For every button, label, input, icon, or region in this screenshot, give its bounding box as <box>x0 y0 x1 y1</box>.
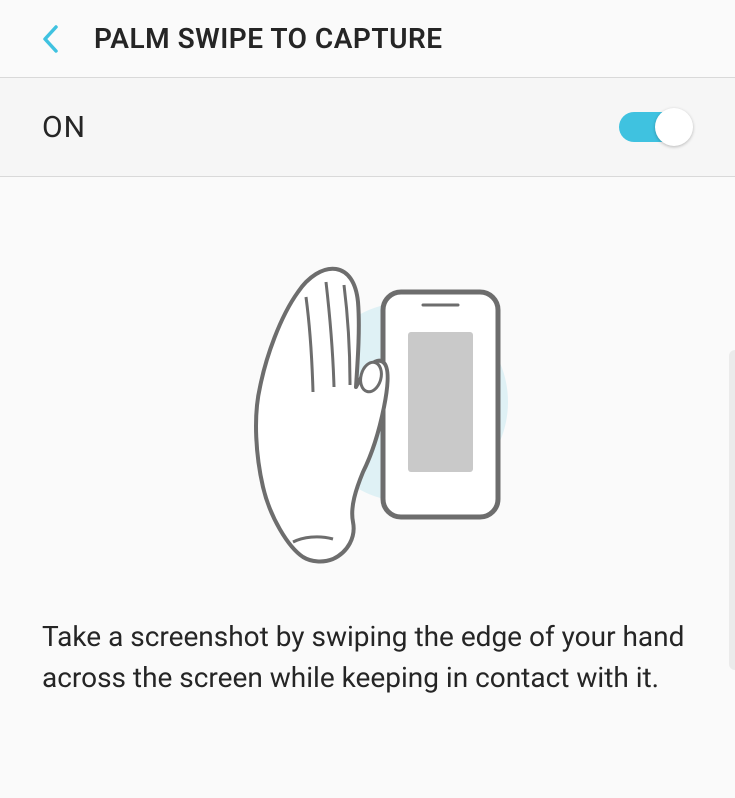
content-area: Take a screenshot by swiping the edge of… <box>0 177 735 718</box>
toggle-row: ON <box>0 78 735 176</box>
back-button[interactable] <box>34 23 66 55</box>
page-title: PALM SWIPE TO CAPTURE <box>94 22 443 55</box>
palm-swipe-illustration <box>42 257 693 567</box>
chevron-left-icon <box>41 24 59 54</box>
toggle-switch[interactable] <box>619 108 693 146</box>
toggle-label: ON <box>42 110 86 145</box>
edge-panel-handle[interactable] <box>729 350 735 670</box>
description-text: Take a screenshot by swiping the edge of… <box>42 617 693 698</box>
header: PALM SWIPE TO CAPTURE <box>0 0 735 77</box>
hand-phone-icon <box>208 257 528 567</box>
switch-thumb <box>655 108 693 146</box>
